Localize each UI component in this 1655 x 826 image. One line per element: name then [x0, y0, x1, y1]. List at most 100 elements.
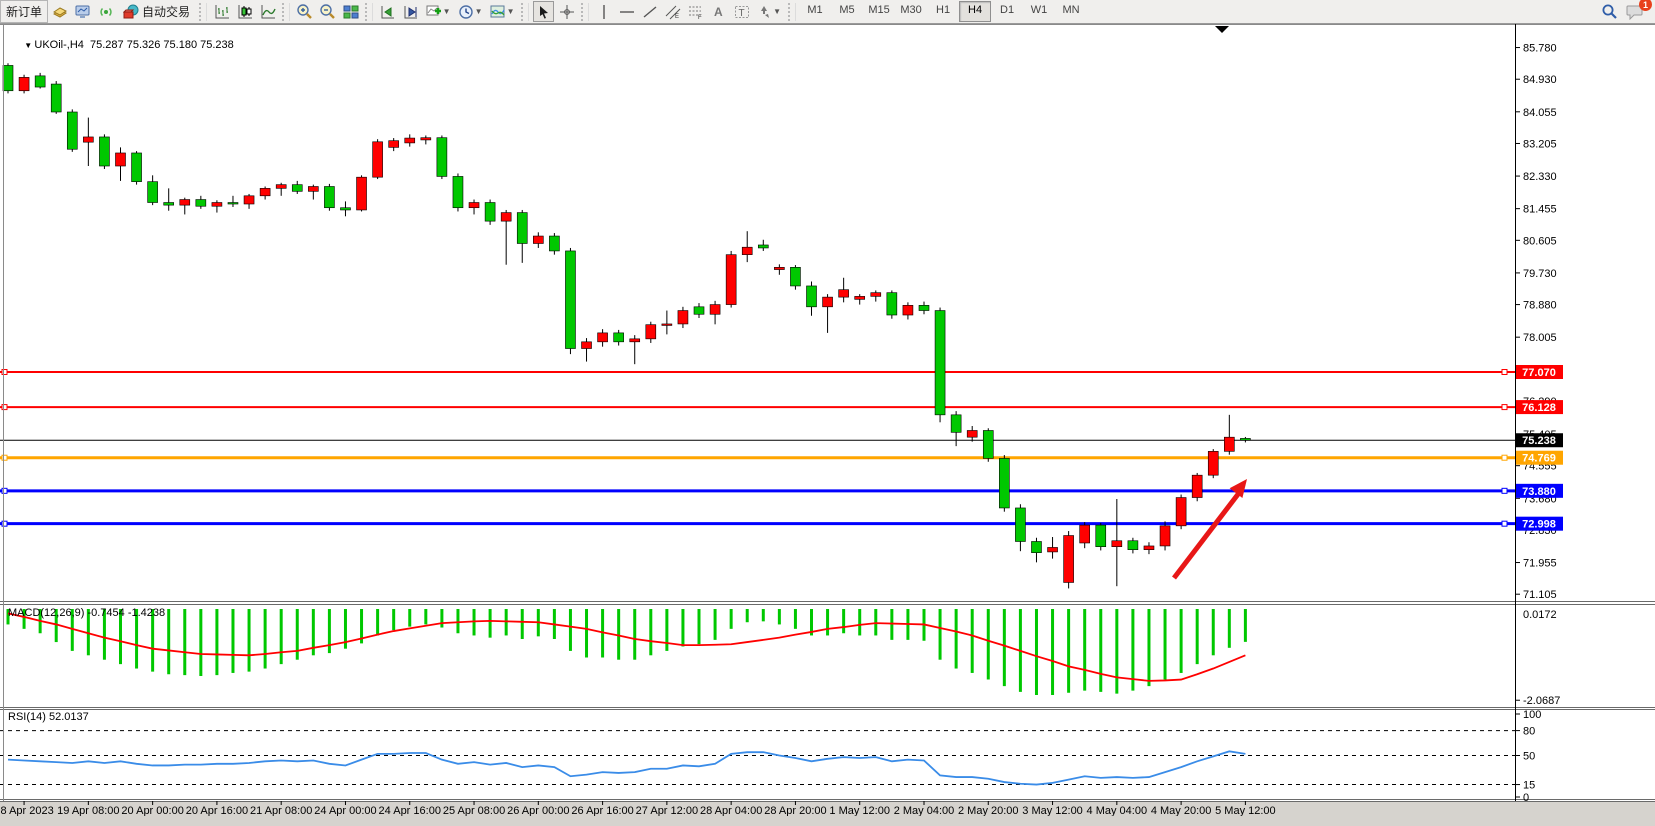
price-tick-label: 71.105	[1523, 589, 1557, 601]
signals-icon[interactable]	[95, 1, 116, 22]
price-tick-label: 78.880	[1523, 300, 1557, 312]
tile-windows-icon[interactable]	[340, 1, 361, 22]
crosshair-tool-icon[interactable]	[556, 1, 577, 22]
candle-body	[790, 267, 800, 286]
hline-right-anchor[interactable]	[1502, 455, 1507, 460]
time-label: 3 May 12:00	[1022, 805, 1083, 816]
candle-body	[967, 430, 977, 437]
candle-body	[774, 267, 784, 269]
toolbar: 新订单 自动交易 ▼ ▼ ▼	[0, 0, 1655, 24]
candle-body	[726, 255, 736, 305]
candle-body	[533, 236, 543, 243]
hline-right-anchor[interactable]	[1502, 488, 1507, 493]
vertical-line-tool-icon[interactable]	[593, 1, 614, 22]
timeframe-button-M5[interactable]: M5	[831, 1, 863, 22]
svg-text:A: A	[714, 5, 723, 19]
rsi-indicator-label: RSI(14) 52.0137	[8, 711, 89, 723]
trendline-tool-icon[interactable]	[639, 1, 660, 22]
price-line-label: 72.998	[1522, 519, 1556, 531]
shift-chart-left-icon[interactable]	[377, 1, 398, 22]
auto-trading-button[interactable]: 自动交易	[117, 0, 196, 23]
candle-body	[1224, 437, 1234, 451]
timeframe-button-W1[interactable]: W1	[1023, 1, 1055, 22]
zoom-out-icon[interactable]	[317, 1, 338, 22]
candle-body	[694, 307, 704, 314]
timeframe-button-M1[interactable]: M1	[799, 1, 831, 22]
candle-body	[3, 65, 13, 90]
hline-left-anchor[interactable]	[2, 488, 7, 493]
timeframe-button-H4[interactable]: H4	[959, 1, 991, 22]
add-indicator-button[interactable]: ▼	[423, 1, 453, 22]
window-bottom-strip	[0, 802, 1655, 816]
candle-body	[1031, 541, 1041, 552]
candle-body	[598, 333, 608, 342]
timeframe-button-H1[interactable]: H1	[927, 1, 959, 22]
candle-body	[148, 182, 158, 203]
hline-left-anchor[interactable]	[2, 521, 7, 526]
templates-button[interactable]: ▼	[487, 1, 517, 22]
search-icon[interactable]	[1599, 1, 1620, 22]
quote-ohlc: 75.287 75.326 75.180 75.238	[90, 39, 234, 51]
hline-left-anchor[interactable]	[2, 405, 7, 410]
svg-text:F: F	[698, 15, 702, 20]
candle-body	[389, 141, 399, 148]
text-tool-icon[interactable]: A	[708, 1, 729, 22]
label-tool-icon[interactable]: T	[731, 1, 752, 22]
toolbar-separator	[282, 3, 290, 21]
price-tick-label: 81.455	[1523, 204, 1557, 216]
candle-body	[1160, 526, 1170, 546]
timeframe-button-M15[interactable]: M15	[863, 1, 895, 22]
hline-left-anchor[interactable]	[2, 370, 7, 375]
candle-body	[855, 296, 865, 299]
market-screen-icon[interactable]	[72, 1, 93, 22]
new-order-label: 新订单	[6, 3, 42, 20]
candle-body	[678, 311, 688, 324]
symbol-dropdown-icon[interactable]: ▼	[24, 41, 34, 50]
time-label: 25 Apr 08:00	[443, 805, 505, 816]
time-label: 21 Apr 08:00	[250, 805, 312, 816]
bar-chart-type-icon[interactable]	[211, 1, 232, 22]
hline-right-anchor[interactable]	[1502, 521, 1507, 526]
candle-body	[164, 203, 174, 206]
gold-book-icon[interactable]	[49, 1, 70, 22]
candle-body	[340, 208, 350, 210]
hline-right-anchor[interactable]	[1502, 370, 1507, 375]
price-line-label: 74.769	[1522, 453, 1556, 465]
candle-body	[839, 290, 849, 297]
hline-right-anchor[interactable]	[1502, 405, 1507, 410]
toolbar-separator	[581, 3, 589, 21]
candle-body	[662, 324, 672, 326]
hline-left-anchor[interactable]	[2, 455, 7, 460]
fibonacci-tool-icon[interactable]: F	[685, 1, 706, 22]
rsi-axis-label: 15	[1523, 780, 1535, 792]
candle-body	[999, 458, 1009, 508]
cursor-tool-icon[interactable]	[533, 1, 554, 22]
timeframe-button-MN[interactable]: MN	[1055, 1, 1087, 22]
candle-body	[549, 236, 559, 251]
candle-chart-type-icon[interactable]	[234, 1, 255, 22]
line-chart-type-icon[interactable]	[257, 1, 278, 22]
candle-body	[517, 213, 527, 244]
time-label: 20 Apr 16:00	[186, 805, 248, 816]
chat-badge: 1	[1639, 0, 1652, 11]
macd-axis-bottom-label: -2.0687	[1523, 695, 1560, 707]
toolbar-separator	[788, 3, 796, 21]
arrows-tool-button[interactable]: ▼	[754, 1, 784, 22]
shift-chart-right-icon[interactable]	[400, 1, 421, 22]
new-order-button[interactable]: 新订单	[0, 0, 48, 23]
auto-trading-icon	[123, 4, 139, 20]
macd-indicator-label: MACD(12,26,9) -0.7454 -1.4238	[8, 607, 165, 619]
quote-header: ▼ UKOil-,H4 75.287 75.326 75.180 75.238	[12, 27, 234, 63]
chevron-down-icon: ▼	[507, 7, 515, 16]
timeframe-button-D1[interactable]: D1	[991, 1, 1023, 22]
channel-tool-icon[interactable]: E	[662, 1, 683, 22]
chart-svg[interactable]: 85.78084.93084.05583.20582.33081.45580.6…	[0, 24, 1655, 816]
zoom-in-icon[interactable]	[294, 1, 315, 22]
toolbar-separator	[521, 3, 529, 21]
rsi-axis-label: 50	[1523, 751, 1535, 763]
horizontal-line-tool-icon[interactable]	[616, 1, 637, 22]
periods-clock-button[interactable]: ▼	[455, 1, 485, 22]
price-tick-label: 78.005	[1523, 332, 1557, 344]
chat-icon[interactable]: 1	[1622, 1, 1648, 22]
timeframe-button-M30[interactable]: M30	[895, 1, 927, 22]
